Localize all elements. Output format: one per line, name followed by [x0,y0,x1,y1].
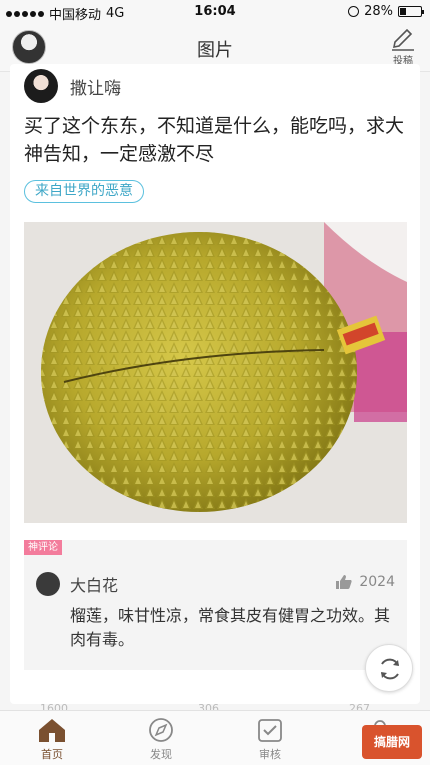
watermark-logo: 搞腊网 [362,725,422,759]
home-icon [39,719,65,742]
thumb-up-icon [336,575,353,589]
hot-comment-badge: 神评论 [24,540,62,555]
tab-review[interactable]: 审核 [240,717,300,762]
tab-home-label: 首页 [41,748,63,761]
commenter-name[interactable]: 大白花 [70,572,118,596]
comment-like-button[interactable]: 2024 [335,574,395,590]
hot-comment: 神评论 大白花 2024 榴莲，味甘性凉，常食其皮有健胃之功效。其肉有毒。 [24,540,407,670]
rotation-lock-icon [348,6,360,17]
comment-text: 榴莲，味甘性凉，常食其皮有健胃之功效。其肉有毒。 [70,606,391,649]
post-button[interactable]: 投稿 [386,29,420,69]
category-tag[interactable]: 来自世界的恶意 [24,180,144,203]
tab-discover-label: 发现 [150,748,172,761]
post-card: 撒让嗨 买了这个东东，不知道是什么，能吃吗，求大神告知，一定感激不尽 来自世界的… [10,64,420,704]
compass-icon [149,718,173,742]
pencil-icon [392,29,414,51]
battery-percent: 28% [364,4,393,19]
status-bar: 中国移动 4G 16:04 28% [0,0,430,24]
comment-like-count: 2024 [359,574,395,590]
post-photo[interactable] [24,222,407,523]
page-title: 图片 [197,40,233,61]
status-right: 28% [348,4,424,19]
check-icon [258,719,282,742]
author-name[interactable]: 撒让嗨 [70,74,121,99]
tab-review-label: 审核 [259,748,281,761]
refresh-icon [381,658,399,680]
commenter-avatar[interactable] [36,572,60,596]
durian-photo [24,222,407,523]
post-text: 买了这个东东，不知道是什么，能吃吗，求大神告知，一定感激不尽 [24,115,405,165]
author-avatar[interactable] [24,69,58,103]
tab-bar: 首页 发现 审核 搞腊网 [0,710,430,765]
author-row[interactable]: 撒让嗨 [24,68,121,104]
battery-fill [400,8,406,15]
battery-icon [398,6,424,17]
tab-discover[interactable]: 发现 [131,717,191,762]
refresh-button[interactable] [365,644,413,692]
tab-home[interactable]: 首页 [22,717,82,762]
